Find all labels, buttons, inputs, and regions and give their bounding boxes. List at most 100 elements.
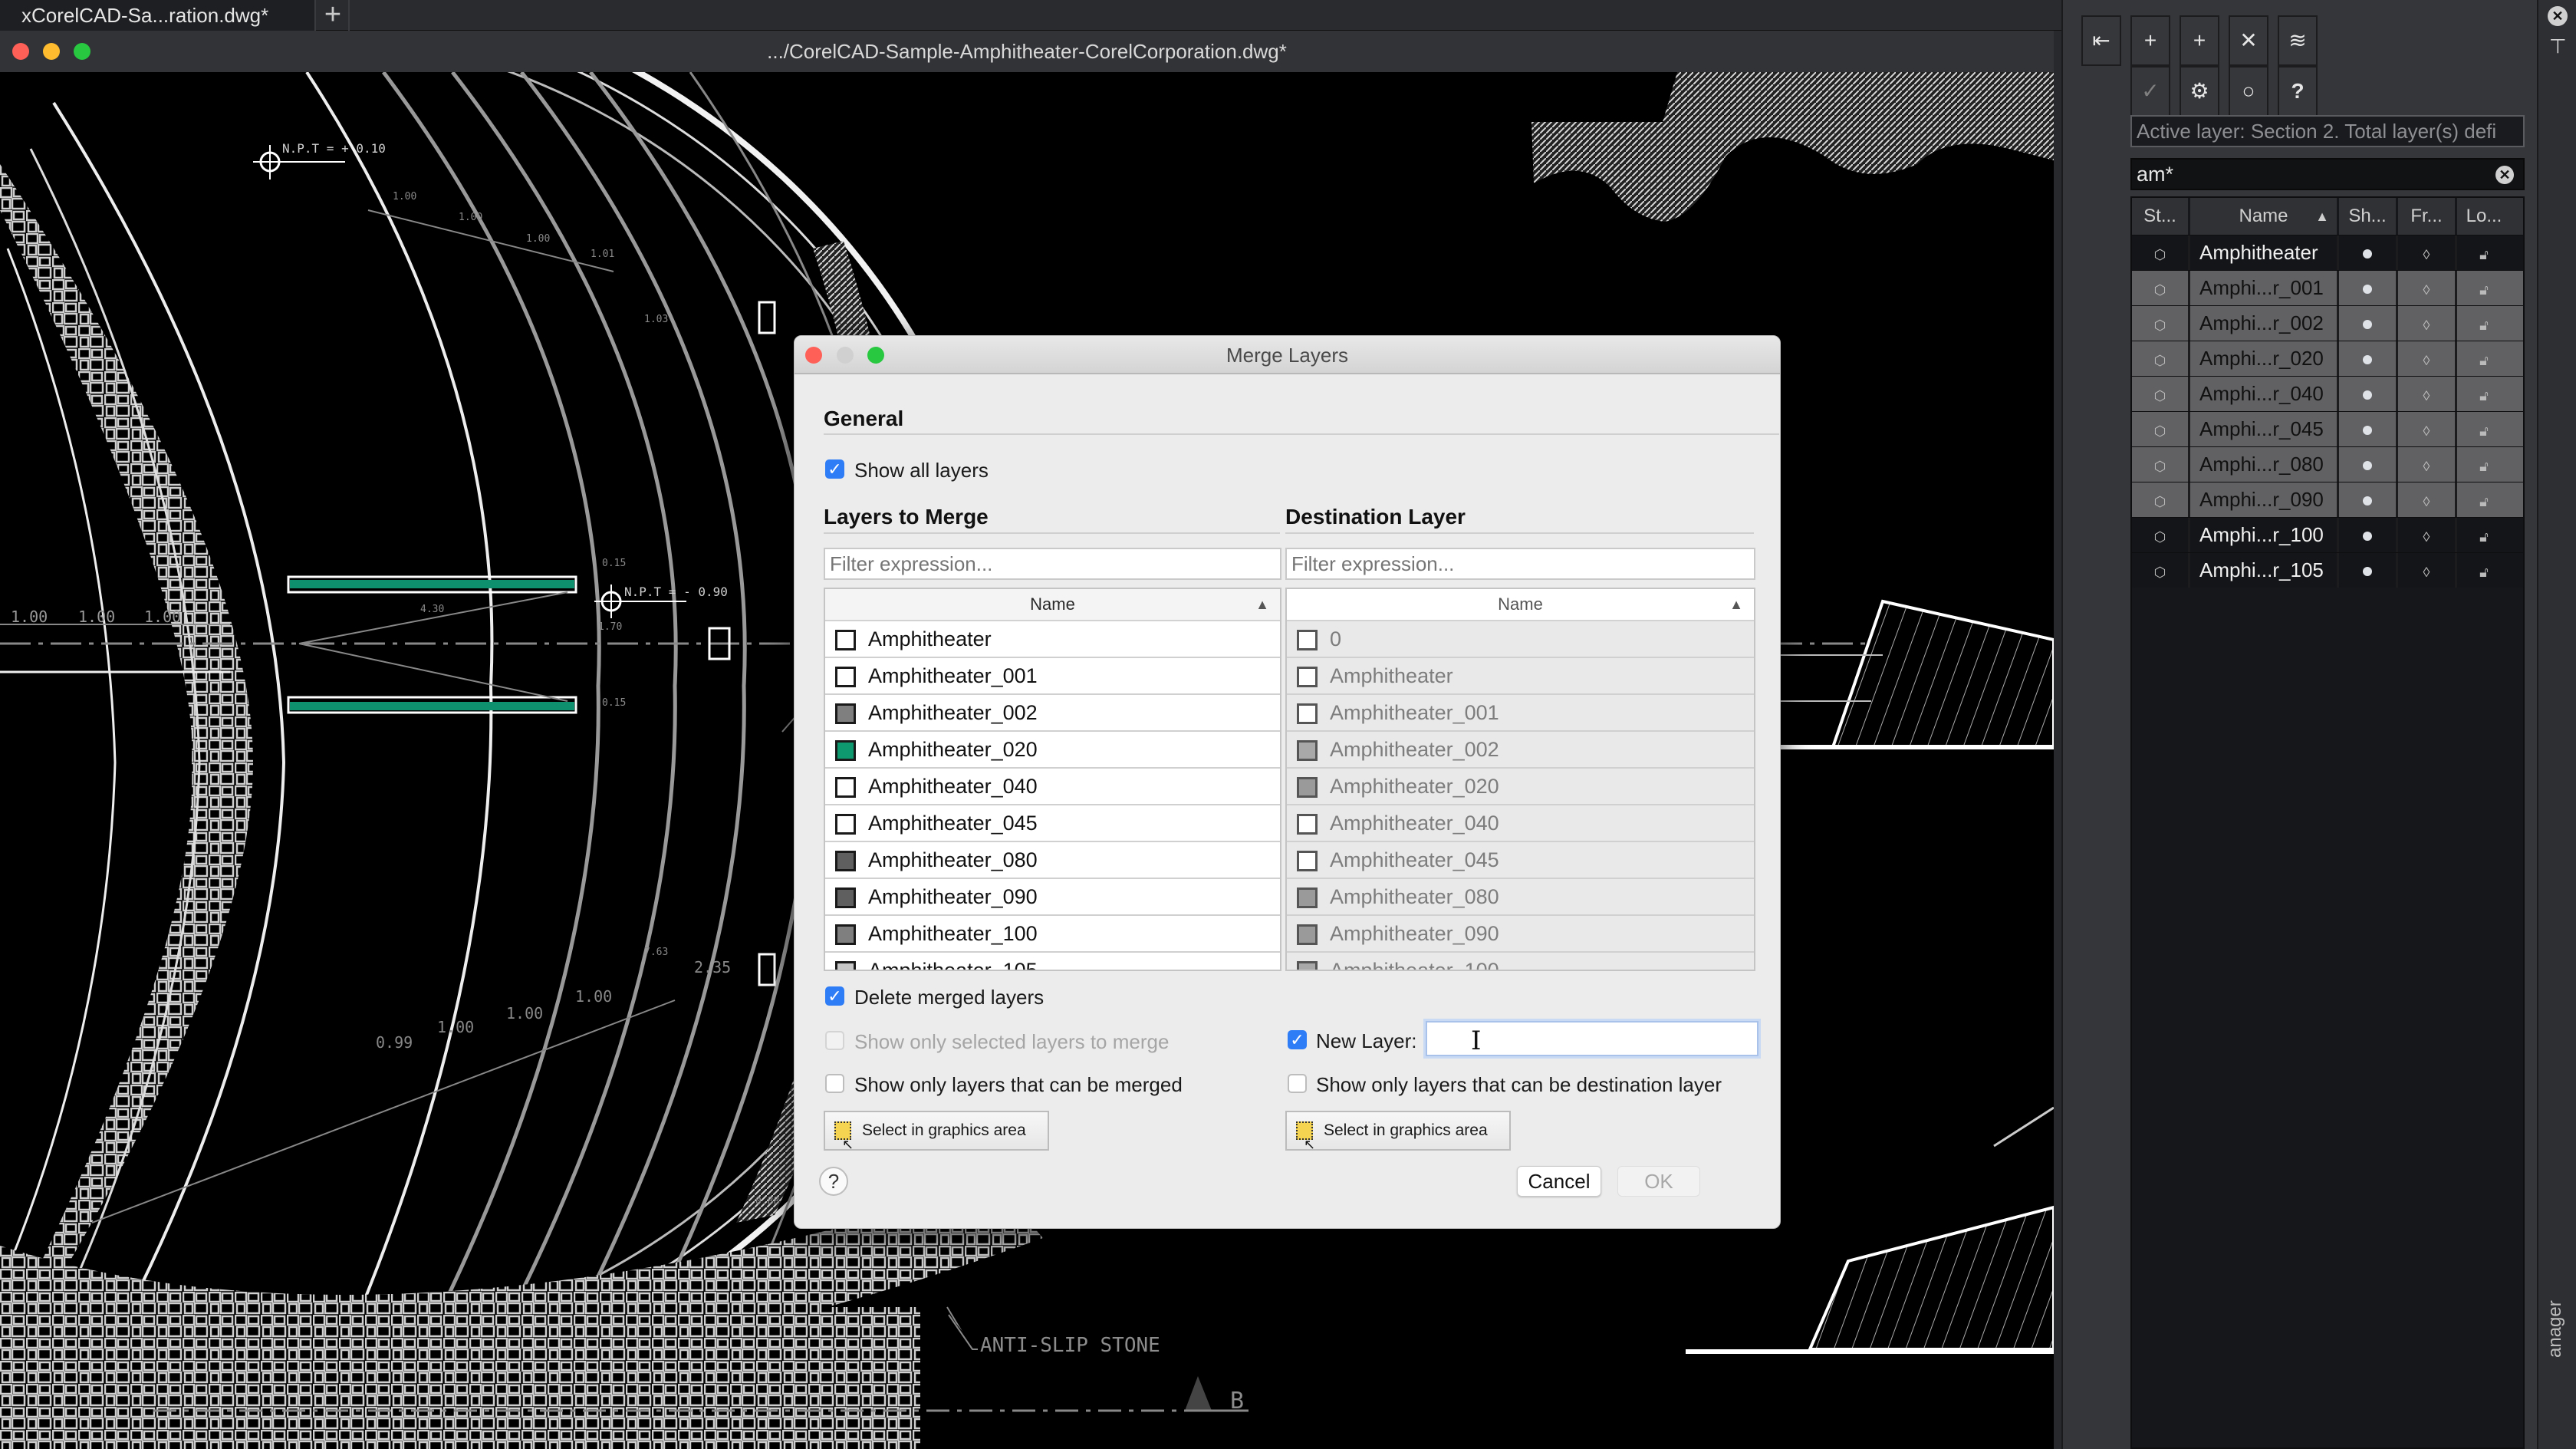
layer-manager-side-tab[interactable]: anager — [2545, 1300, 2566, 1358]
show-toggle-icon[interactable] — [2339, 377, 2398, 411]
ok-button[interactable]: OK — [1617, 1166, 1700, 1197]
unlock-icon[interactable]: 🔓︎ — [2457, 482, 2511, 517]
freeze-toggle-icon[interactable]: ◊ — [2398, 306, 2457, 341]
freeze-toggle-icon[interactable]: ◊ — [2398, 341, 2457, 376]
layer-state-icon[interactable]: ⬡ — [2132, 553, 2190, 588]
pin-panel-icon[interactable]: ⊥ — [2549, 34, 2567, 58]
destination-filter-input[interactable] — [1285, 548, 1755, 580]
unlock-icon[interactable]: 🔓︎ — [2457, 271, 2511, 305]
layer-row[interactable]: ⬡ Amphi...r_040 ◊ 🔓︎ — [2132, 376, 2523, 411]
destination-layer-row[interactable]: Amphitheater — [1287, 658, 1754, 695]
layer-state-icon[interactable]: ⬡ — [2132, 235, 2190, 270]
freeze-toggle-icon[interactable]: ◊ — [2398, 447, 2457, 482]
freeze-toggle-icon[interactable]: ◊ — [2398, 553, 2457, 588]
show-toggle-icon[interactable] — [2339, 341, 2398, 376]
layer-row[interactable]: ⬡ Amphi...r_002 ◊ 🔓︎ — [2132, 305, 2523, 341]
destination-layer-row[interactable]: Amphitheater_001 — [1287, 695, 1754, 732]
dialog-close-button[interactable] — [805, 347, 822, 364]
show-toggle-icon[interactable] — [2339, 553, 2398, 588]
dialog-title-bar[interactable]: Merge Layers — [795, 336, 1780, 374]
panel-toggle-button[interactable]: ⇤ — [2081, 15, 2121, 66]
layer-row[interactable]: ⬡ Amphi...r_020 ◊ 🔓︎ — [2132, 341, 2523, 376]
show-toggle-icon[interactable] — [2339, 447, 2398, 482]
merge-layer-row[interactable]: Amphitheater — [825, 621, 1280, 658]
layer-state-icon[interactable]: ⬡ — [2132, 412, 2190, 446]
show-all-layers-checkbox[interactable]: ✓ — [825, 459, 844, 479]
freeze-toggle-icon[interactable]: ◊ — [2398, 235, 2457, 270]
panel-splitter[interactable] — [2054, 31, 2061, 1449]
show-toggle-icon[interactable] — [2339, 271, 2398, 305]
minimize-window-button[interactable] — [43, 43, 60, 60]
column-header-name[interactable]: Name ▲ — [2190, 198, 2339, 235]
layer-row[interactable]: ⬡ Amphi...r_105 ◊ 🔓︎ — [2132, 552, 2523, 588]
layer-search-input[interactable]: am* ✕ — [2130, 158, 2525, 190]
layer-state-icon[interactable]: ⬡ — [2132, 482, 2190, 517]
new-layer-with-color-button[interactable]: + — [2180, 15, 2219, 66]
freeze-toggle-icon[interactable]: ◊ — [2398, 518, 2457, 552]
merge-layer-row[interactable]: Amphitheater_105 — [825, 953, 1280, 970]
unlock-icon[interactable]: 🔓︎ — [2457, 341, 2511, 376]
show-toggle-icon[interactable] — [2339, 306, 2398, 341]
merge-layer-row[interactable]: Amphitheater_080 — [825, 842, 1280, 879]
show-toggle-icon[interactable] — [2339, 235, 2398, 270]
freeze-toggle-icon[interactable]: ◊ — [2398, 482, 2457, 517]
unlock-icon[interactable]: 🔓︎ — [2457, 377, 2511, 411]
layer-row[interactable]: ⬡ Amphi...r_001 ◊ 🔓︎ — [2132, 270, 2523, 305]
freeze-toggle-icon[interactable]: ◊ — [2398, 377, 2457, 411]
show-only-destination-checkbox[interactable] — [1288, 1074, 1307, 1093]
destination-layer-row[interactable]: Amphitheater_080 — [1287, 879, 1754, 916]
column-header-lock[interactable]: Lo... — [2457, 198, 2511, 235]
layer-settings-button[interactable]: ⚙ — [2180, 66, 2219, 117]
merge-layer-row[interactable]: Amphitheater_020 — [825, 732, 1280, 769]
new-layer-button[interactable]: + — [2130, 15, 2170, 66]
layer-filter-button[interactable]: ○ — [2229, 66, 2268, 117]
select-in-graphics-merge-button[interactable]: ↖ Select in graphics area — [824, 1111, 1049, 1152]
destination-layer-row[interactable]: Amphitheater_020 — [1287, 769, 1754, 805]
unlock-icon[interactable]: 🔓︎ — [2457, 553, 2511, 588]
destination-layer-row[interactable]: 0 — [1287, 621, 1754, 658]
unlock-icon[interactable]: 🔓︎ — [2457, 235, 2511, 270]
unlock-icon[interactable]: 🔓︎ — [2457, 447, 2511, 482]
destination-layer-row[interactable]: Amphitheater_090 — [1287, 916, 1754, 953]
layer-row[interactable]: ⬡ Amphitheater ◊ 🔓︎ — [2132, 235, 2523, 270]
show-toggle-icon[interactable] — [2339, 412, 2398, 446]
layer-row[interactable]: ⬡ Amphi...r_100 ◊ 🔓︎ — [2132, 517, 2523, 552]
new-tab-button[interactable]: + — [317, 0, 350, 31]
layer-row[interactable]: ⬡ Amphi...r_080 ◊ 🔓︎ — [2132, 446, 2523, 482]
merge-layer-row[interactable]: Amphitheater_090 — [825, 879, 1280, 916]
delete-merged-layers-checkbox[interactable]: ✓ — [825, 986, 844, 1006]
destination-layer-row[interactable]: Amphitheater_040 — [1287, 805, 1754, 842]
merge-layer-row[interactable]: Amphitheater_001 — [825, 658, 1280, 695]
layer-state-icon[interactable]: ⬡ — [2132, 447, 2190, 482]
column-header-show[interactable]: Sh... — [2339, 198, 2398, 235]
document-tab[interactable]: xCorelCAD-Sa...ration.dwg* — [0, 0, 316, 31]
close-window-button[interactable] — [12, 43, 29, 60]
column-header-freeze[interactable]: Fr... — [2398, 198, 2457, 235]
clear-search-icon[interactable]: ✕ — [2495, 166, 2514, 184]
layer-state-icon[interactable]: ⬡ — [2132, 518, 2190, 552]
layer-row[interactable]: ⬡ Amphi...r_045 ◊ 🔓︎ — [2132, 411, 2523, 446]
merge-layer-row[interactable]: Amphitheater_040 — [825, 769, 1280, 805]
freeze-toggle-icon[interactable]: ◊ — [2398, 271, 2457, 305]
show-toggle-icon[interactable] — [2339, 518, 2398, 552]
layer-row[interactable]: ⬡ Amphi...r_090 ◊ 🔓︎ — [2132, 482, 2523, 517]
merge-layers-button[interactable]: ≋ — [2278, 15, 2318, 66]
destination-layer-row[interactable]: Amphitheater_002 — [1287, 732, 1754, 769]
dialog-zoom-button[interactable] — [867, 347, 884, 364]
dialog-help-button[interactable]: ? — [819, 1167, 848, 1196]
layer-state-icon[interactable]: ⬡ — [2132, 306, 2190, 341]
destination-layer-row[interactable]: Amphitheater_100 — [1287, 953, 1754, 970]
zoom-window-button[interactable] — [74, 43, 90, 60]
layer-state-icon[interactable]: ⬡ — [2132, 341, 2190, 376]
merge-layer-row[interactable]: Amphitheater_002 — [825, 695, 1280, 732]
unlock-icon[interactable]: 🔓︎ — [2457, 412, 2511, 446]
delete-layer-button[interactable]: ✕ — [2229, 15, 2268, 66]
merge-layer-row[interactable]: Amphitheater_045 — [825, 805, 1280, 842]
destination-layer-row[interactable]: Amphitheater_045 — [1287, 842, 1754, 879]
unlock-icon[interactable]: 🔓︎ — [2457, 518, 2511, 552]
merge-layer-row[interactable]: Amphitheater_100 — [825, 916, 1280, 953]
cancel-button[interactable]: Cancel — [1517, 1166, 1601, 1197]
set-current-layer-button[interactable]: ✓ — [2130, 66, 2170, 117]
layer-state-icon[interactable]: ⬡ — [2132, 271, 2190, 305]
new-layer-checkbox[interactable]: ✓ — [1288, 1030, 1307, 1049]
